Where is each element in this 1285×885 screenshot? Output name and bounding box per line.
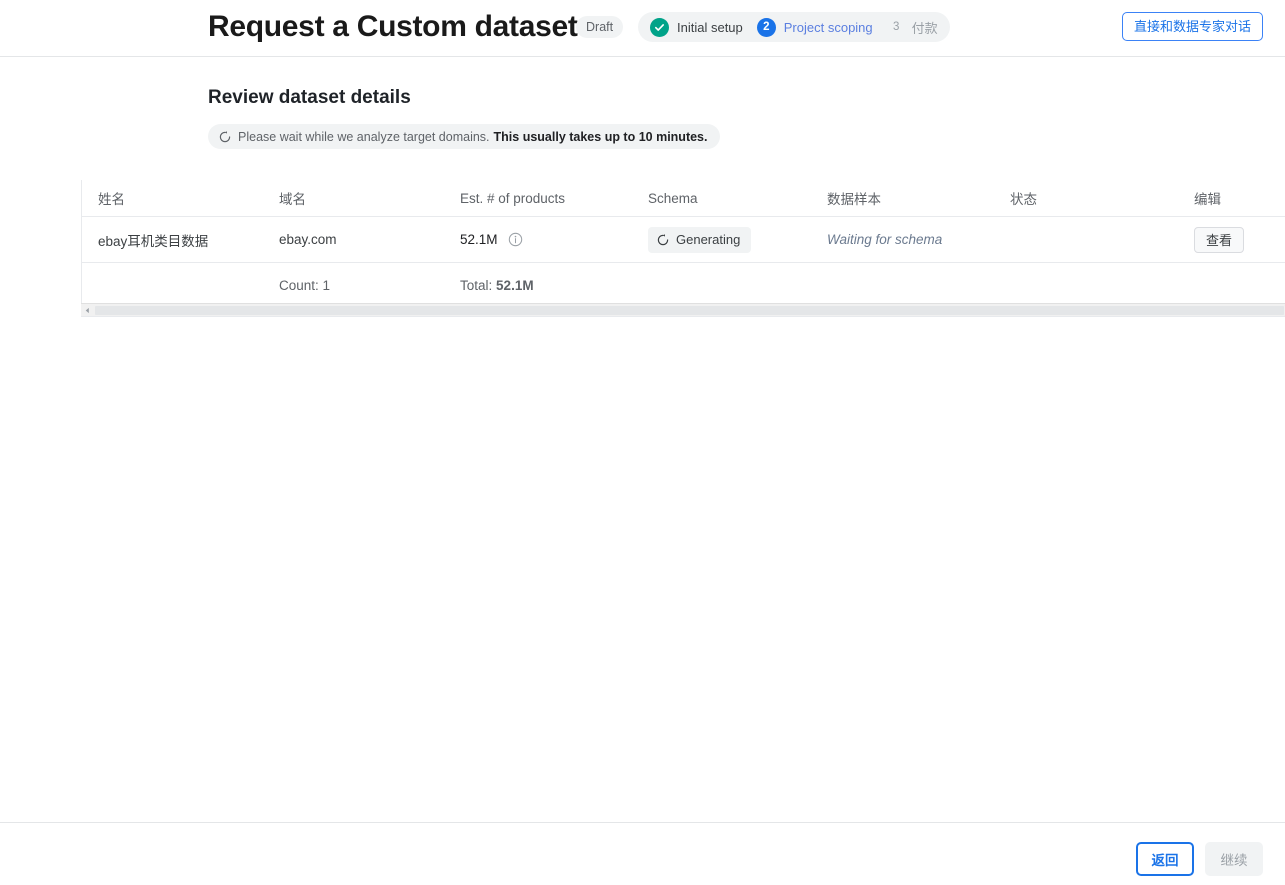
cell-data-sample: Waiting for schema [811,216,994,263]
page-title: Request a Custom dataset [208,10,578,43]
step-check-icon [650,17,669,37]
notice-emphasis: This usually takes up to 10 minutes. [493,129,708,144]
summary-empty-sample [811,263,994,308]
summary-total: Total: 52.1M [444,263,632,308]
table-row: ebay耳机类目数据 ebay.com 52.1M Generating Wai… [82,216,1285,263]
step-number-badge: 2 [756,17,776,37]
column-header-schema: Schema [632,180,811,217]
app-header: Request a Custom dataset Draft Initial s… [0,0,1285,57]
scroll-left-arrow-icon[interactable] [81,304,94,317]
column-header-data-sample: 数据样本 [811,180,994,217]
column-header-domain: 域名 [263,180,444,217]
talk-to-data-expert-button[interactable]: 直接和数据专家对话 [1121,12,1263,41]
cell-domain: ebay.com [263,216,444,263]
step-payment[interactable]: 3 付款 [887,18,938,37]
column-header-name: 姓名 [82,180,263,217]
view-button[interactable]: 查看 [1194,226,1245,253]
scrollbar-thumb[interactable] [95,305,1284,315]
schema-generating-chip: Generating [648,226,752,253]
summary-count-label: Count: 1 [279,277,331,293]
info-icon[interactable] [508,232,523,247]
cell-dataset-name: ebay耳机类目数据 [82,216,263,263]
table-header-row: 姓名 域名 Est. # of products Schema 数据样本 状态 … [82,180,1285,217]
table-horizontal-scrollbar[interactable] [81,303,1285,316]
summary-count: Count: 1 [263,263,444,308]
step-project-scoping[interactable]: 2 Project scoping [756,17,873,37]
summary-empty-schema [632,263,811,308]
section-title: Review dataset details [208,87,411,108]
data-sample-placeholder: Waiting for schema [827,232,943,247]
back-button[interactable]: 返回 [1136,842,1194,876]
continue-button[interactable]: 继续 [1205,842,1263,876]
notice-text: Please wait while we analyze target doma… [238,129,490,144]
est-products-value: 52.1M [460,232,498,247]
step-initial-setup[interactable]: Initial setup [650,17,743,37]
column-header-edit: 编辑 [1178,180,1285,217]
status-badge: Draft [576,16,624,38]
column-header-status: 状态 [994,180,1178,217]
cell-est-products: 52.1M [444,216,632,263]
analyzing-notice: Please wait while we analyze target doma… [208,124,721,149]
summary-empty-status [994,263,1178,308]
spinner-icon [219,130,231,143]
cell-status [994,216,1178,263]
summary-empty-name [82,263,263,308]
dataset-table: 姓名 域名 Est. # of products Schema 数据样本 状态 … [81,180,1285,313]
column-header-est-products: Est. # of products [444,180,632,217]
step-number-badge: 3 [892,21,900,33]
step-label-payment: 付款 [911,20,938,36]
step-label-project-scoping: Project scoping [783,19,873,35]
summary-empty-edit [1178,263,1285,308]
spinner-icon [657,233,669,246]
footer-actions: 返回 继续 [1136,842,1263,876]
progress-stepper: Initial setup 2 Project scoping 3 付款 [638,12,950,42]
table-bottom-divider [81,316,1285,317]
summary-total-value: 52.1M [496,277,534,293]
schema-status-label: Generating [676,232,741,247]
cell-schema: Generating [632,216,811,263]
table-summary-row: Count: 1 Total: 52.1M [82,263,1285,308]
cell-edit: 查看 [1178,216,1285,263]
summary-total-label: Total: [460,277,493,293]
footer-divider [0,822,1285,823]
step-label-initial-setup: Initial setup [677,19,743,35]
